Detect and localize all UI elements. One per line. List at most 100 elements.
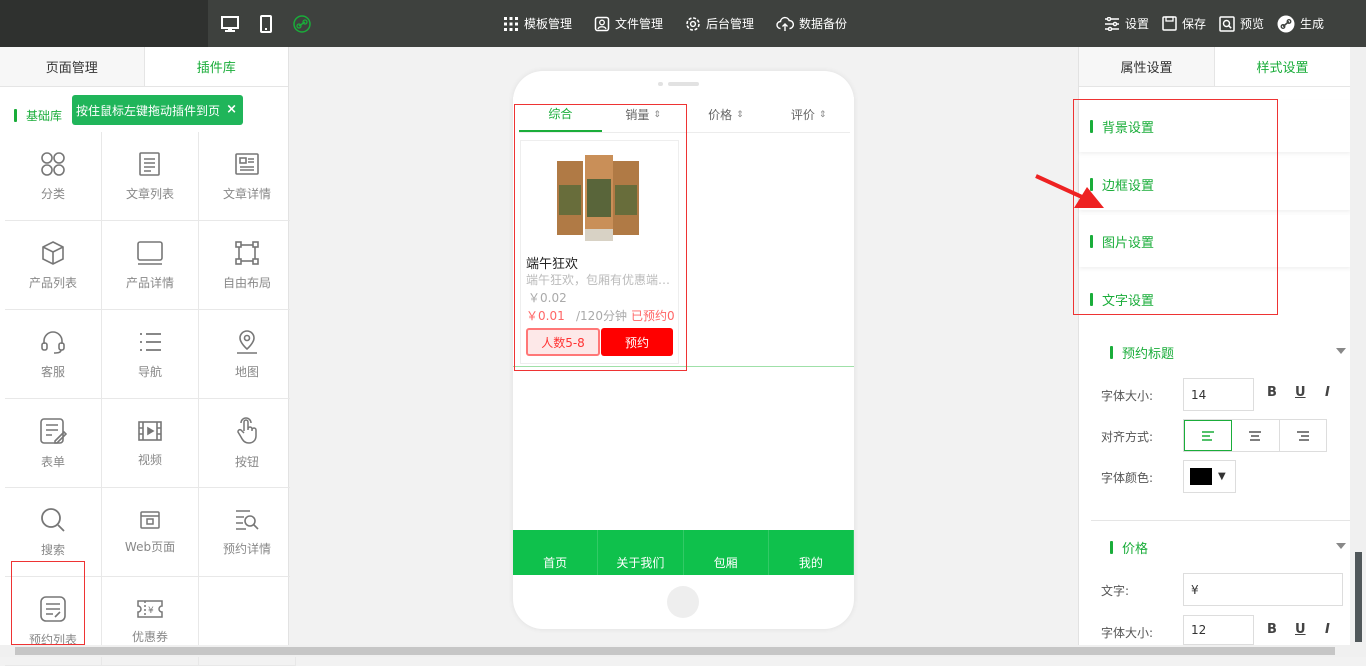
gear-icon — [685, 16, 701, 32]
plugin-label: 导航 — [137, 364, 162, 379]
section-text[interactable]: 文字设置 — [1079, 273, 1351, 325]
horizontal-scrollbar[interactable] — [0, 645, 1366, 657]
price-text-input[interactable]: ¥ — [1183, 573, 1343, 606]
phone-speaker — [668, 82, 699, 86]
align-center-button[interactable] — [1232, 420, 1280, 451]
product-duration: /120分钟 — [576, 309, 627, 323]
headset-icon — [41, 330, 65, 354]
plugin-label: 按钮 — [234, 454, 259, 469]
plugin-free-layout[interactable]: 自由布局 — [199, 221, 296, 310]
save-button[interactable]: 保存 — [1162, 15, 1206, 32]
product-card[interactable]: 端午狂欢 端午狂欢，包厢有优惠端午狂欢 ￥0.02 ￥0.01 /120分钟 已… — [520, 140, 679, 364]
scroll-thumb[interactable] — [15, 647, 1335, 655]
menu-template[interactable]: 模板管理 — [503, 15, 572, 32]
footer-nav-rooms[interactable]: 包厢 — [684, 530, 769, 575]
subsection-label: 预约标题 — [1122, 347, 1175, 362]
menu-admin[interactable]: 后台管理 — [685, 15, 754, 32]
menu-backup[interactable]: 数据备份 — [776, 15, 847, 32]
tab-style[interactable]: 样式设置 — [1214, 47, 1350, 86]
plugin-product-list[interactable]: 产品列表 — [5, 221, 102, 310]
footer-nav: 首页 关于我们 包厢 我的 — [513, 530, 854, 575]
action-label: 生成 — [1300, 17, 1325, 31]
font-size-input[interactable]: 14 — [1183, 378, 1254, 411]
desktop-view-icon[interactable] — [220, 13, 240, 35]
plugin-map[interactable]: 地图 — [199, 310, 296, 399]
footer-nav-home[interactable]: 首页 — [513, 530, 599, 575]
section-border[interactable]: 边框设置 — [1079, 158, 1351, 210]
plugin-article-detail[interactable]: 文章详情 — [199, 132, 296, 221]
book-button[interactable]: 预约 — [601, 328, 673, 356]
footer-nav-mine[interactable]: 我的 — [769, 530, 854, 575]
plugin-label: 自由布局 — [222, 275, 271, 290]
chevron-down-icon[interactable] — [1336, 348, 1346, 354]
vertical-scrollbar[interactable] — [1350, 47, 1366, 645]
file-user-icon — [594, 16, 610, 32]
booking-detail-icon — [236, 509, 259, 530]
font-size-label: 字体大小: — [1101, 389, 1154, 403]
align-right-icon — [1296, 430, 1309, 441]
plugin-label: 搜索 — [40, 542, 65, 557]
footer-nav-about[interactable]: 关于我们 — [598, 530, 684, 575]
people-count-button[interactable]: 人数5-8 — [526, 328, 600, 356]
bold-button[interactable]: B — [1267, 622, 1277, 637]
bold-button[interactable]: B — [1267, 385, 1277, 400]
tab-plugin-library[interactable]: 插件库 — [143, 47, 288, 86]
close-icon[interactable]: × — [226, 102, 237, 117]
coupon-icon: ¥ — [137, 599, 163, 618]
mobile-view-icon[interactable] — [256, 13, 276, 35]
font-color-picker[interactable]: ▼ — [1183, 460, 1236, 493]
video-icon — [138, 420, 162, 441]
sort-tab-rating[interactable]: 评价 ⇕ — [767, 97, 850, 132]
logo-area — [0, 0, 208, 47]
top-menu: 模板管理 文件管理 后台管理 数据备份 — [503, 0, 869, 47]
plugin-booking-detail[interactable]: 预约详情 — [199, 488, 296, 577]
menu-label: 数据备份 — [799, 17, 848, 31]
menu-files[interactable]: 文件管理 — [594, 15, 663, 32]
plugin-product-detail[interactable]: 产品详情 — [102, 221, 199, 310]
annotation-arrow-icon — [1035, 174, 1104, 208]
underline-button[interactable]: U — [1295, 385, 1306, 400]
plugin-customer-service[interactable]: 客服 — [5, 310, 102, 399]
plugin-nav[interactable]: 导航 — [102, 310, 199, 399]
tooltip-text: 按住鼠标左键拖动插件到页 — [76, 103, 221, 118]
italic-button[interactable]: I — [1325, 385, 1330, 400]
section-image[interactable]: 图片设置 — [1079, 215, 1351, 267]
drag-tooltip: 按住鼠标左键拖动插件到页 × — [72, 95, 243, 125]
generate-icon — [1277, 15, 1295, 33]
plugin-label: 分类 — [40, 186, 65, 201]
subsection-price[interactable]: 价格 — [1110, 538, 1148, 557]
search-icon — [41, 507, 65, 532]
chevron-down-icon[interactable] — [1336, 543, 1346, 549]
plugin-form[interactable]: 表单 — [5, 399, 102, 488]
text-label: 文字: — [1101, 584, 1130, 598]
sort-updown-icon: ⇕ — [653, 109, 661, 120]
preview-button[interactable]: 预览 — [1219, 15, 1264, 32]
plugin-article-list[interactable]: 文章列表 — [102, 132, 199, 221]
tab-page-manage[interactable]: 页面管理 — [0, 47, 144, 86]
plugin-button[interactable]: 按钮 — [199, 399, 296, 488]
generate-button[interactable]: 生成 — [1277, 15, 1324, 33]
section-background[interactable]: 背景设置 — [1079, 100, 1351, 152]
pointer-icon — [237, 416, 257, 444]
align-left-button[interactable] — [1184, 420, 1233, 451]
map-pin-icon — [237, 329, 257, 354]
subsection-booking-title[interactable]: 预约标题 — [1110, 343, 1174, 362]
underline-button[interactable]: U — [1295, 622, 1306, 637]
align-right-button[interactable] — [1280, 420, 1326, 451]
sort-updown-icon: ⇕ — [736, 109, 744, 120]
plugin-video[interactable]: 视频 — [102, 399, 199, 488]
align-label: 对齐方式: — [1101, 430, 1154, 444]
scroll-thumb[interactable] — [1355, 552, 1362, 642]
plugin-search[interactable]: 搜索 — [5, 488, 102, 577]
link-icon[interactable] — [292, 13, 312, 35]
sort-tab-all[interactable]: 综合 — [519, 97, 602, 132]
plugin-web-page[interactable]: Web页面 — [102, 488, 199, 577]
plugin-category[interactable]: 分类 — [5, 132, 102, 221]
tab-properties[interactable]: 属性设置 — [1079, 47, 1214, 86]
article-list-icon — [139, 151, 160, 176]
font-size-input[interactable]: 12 — [1183, 615, 1254, 645]
sort-tab-sales[interactable]: 销量 ⇕ — [602, 97, 685, 132]
sort-tab-price[interactable]: 价格 ⇕ — [685, 97, 768, 132]
italic-button[interactable]: I — [1325, 622, 1330, 637]
settings-button[interactable]: 设置 — [1104, 15, 1149, 32]
